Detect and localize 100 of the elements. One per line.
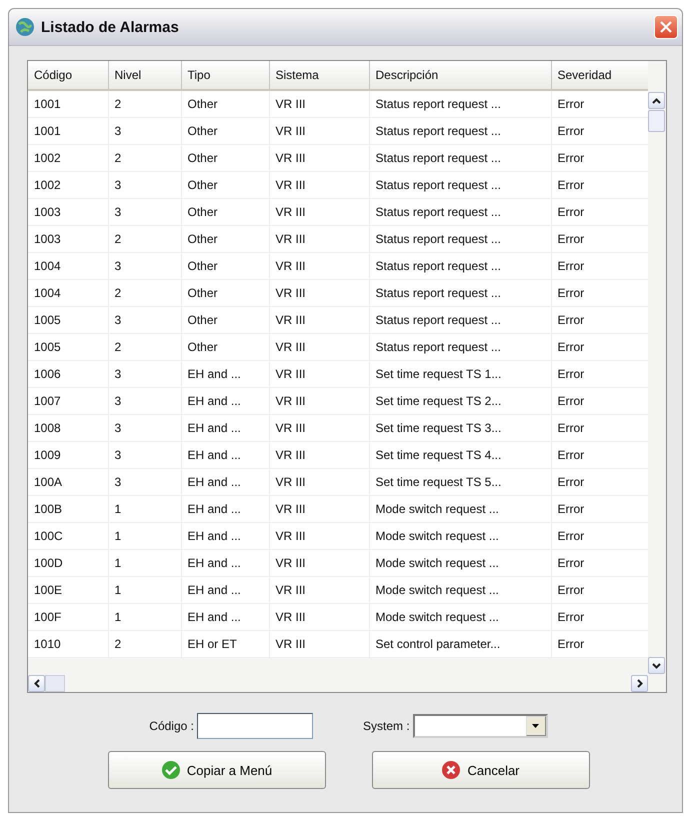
table-cell: VR III bbox=[269, 360, 369, 388]
table-cell: Status report request ... bbox=[369, 118, 551, 144]
column-header[interactable]: Nivel bbox=[108, 61, 181, 90]
close-button[interactable] bbox=[654, 15, 678, 39]
table-cell: 1008 bbox=[28, 414, 108, 442]
table-cell: 1 bbox=[108, 522, 181, 550]
table-cell: Status report request ... bbox=[369, 172, 551, 198]
column-header[interactable]: Descripción bbox=[369, 61, 551, 90]
table-cell: Set time request TS 4... bbox=[369, 442, 551, 468]
close-icon bbox=[659, 20, 673, 34]
table-cell: VR III bbox=[269, 90, 369, 118]
table-cell: VR III bbox=[269, 226, 369, 252]
table-cell: 3 bbox=[108, 118, 181, 144]
table-cell: VR III bbox=[269, 496, 369, 522]
table-cell: VR III bbox=[269, 550, 369, 576]
table-cell: EH and ... bbox=[181, 468, 269, 496]
table-cell: EH and ... bbox=[181, 414, 269, 442]
table-cell: VR III bbox=[269, 198, 369, 226]
copy-button[interactable]: Copiar a Menú bbox=[108, 751, 326, 789]
table-cell: VR III bbox=[269, 144, 369, 172]
column-header[interactable]: Severidad bbox=[551, 61, 648, 90]
table-cell: 3 bbox=[108, 388, 181, 414]
table-cell: Other bbox=[181, 172, 269, 198]
table-cell: VR III bbox=[269, 604, 369, 630]
table-cell: Set time request TS 3... bbox=[369, 414, 551, 442]
code-field[interactable] bbox=[197, 713, 313, 739]
table-cell: Other bbox=[181, 306, 269, 334]
cancel-button[interactable]: Cancelar bbox=[372, 751, 590, 789]
table-cell: 100F bbox=[28, 604, 108, 630]
scroll-right-button[interactable] bbox=[631, 674, 648, 692]
table-cell: Mode switch request ... bbox=[369, 496, 551, 522]
table-cell: VR III bbox=[269, 334, 369, 360]
column-header[interactable]: Tipo bbox=[181, 61, 269, 90]
scroll-thumb[interactable] bbox=[648, 110, 665, 132]
table-cell: Other bbox=[181, 252, 269, 280]
table-cell: VR III bbox=[269, 414, 369, 442]
table-cell: 2 bbox=[108, 144, 181, 172]
table-cell: 100E bbox=[28, 576, 108, 604]
table-cell: 1002 bbox=[28, 172, 108, 198]
table-cell: Status report request ... bbox=[369, 198, 551, 226]
table-cell: 1 bbox=[108, 550, 181, 576]
table-cell: VR III bbox=[269, 522, 369, 550]
horizontal-scrollbar[interactable] bbox=[28, 674, 648, 692]
table-cell: Status report request ... bbox=[369, 306, 551, 334]
field-label: Código : bbox=[149, 719, 194, 733]
check-icon bbox=[160, 760, 181, 780]
table-cell: 1004 bbox=[28, 252, 108, 280]
table-cell: 1003 bbox=[28, 226, 108, 252]
column-header[interactable]: Código bbox=[28, 61, 108, 90]
table-cell: 2 bbox=[108, 226, 181, 252]
table-cell: EH and ... bbox=[181, 604, 269, 630]
table-cell: Status report request ... bbox=[369, 90, 551, 118]
table-cell: Other bbox=[181, 118, 269, 144]
table-cell: Set control parameter... bbox=[369, 630, 551, 658]
table-cell: EH and ... bbox=[181, 496, 269, 522]
table-cell: VR III bbox=[269, 442, 369, 468]
table-cell: Set time request TS 1... bbox=[369, 360, 551, 388]
table-cell: Other bbox=[181, 144, 269, 172]
table-cell: 3 bbox=[108, 306, 181, 334]
table-cell: Status report request ... bbox=[369, 226, 551, 252]
table-cell: Status report request ... bbox=[369, 334, 551, 360]
table-cell: EH and ... bbox=[181, 388, 269, 414]
column-header[interactable]: Sistema bbox=[269, 61, 369, 90]
table-cell: 1009 bbox=[28, 442, 108, 468]
table-cell: Other bbox=[181, 280, 269, 306]
table-cell: VR III bbox=[269, 172, 369, 198]
table-cell: VR III bbox=[269, 630, 369, 658]
table-cell: 1001 bbox=[28, 118, 108, 144]
scroll-down-button[interactable] bbox=[648, 657, 665, 674]
vertical-scrollbar[interactable] bbox=[648, 61, 666, 674]
scroll-thumb[interactable] bbox=[45, 674, 65, 692]
scroll-left-button[interactable] bbox=[28, 674, 45, 692]
close-icon bbox=[441, 760, 462, 780]
table-cell: 1 bbox=[108, 496, 181, 522]
table-cell: 3 bbox=[108, 198, 181, 226]
table-cell: EH or ET bbox=[181, 630, 269, 658]
table-cell: Set time request TS 2... bbox=[369, 388, 551, 414]
table-cell: EH and ... bbox=[181, 360, 269, 388]
table-cell: VR III bbox=[269, 252, 369, 280]
table-cell: Other bbox=[181, 226, 269, 252]
table-cell: Other bbox=[181, 90, 269, 118]
scroll-up-button[interactable] bbox=[648, 92, 665, 109]
table-cell: 1006 bbox=[28, 360, 108, 388]
globe-icon bbox=[15, 17, 35, 37]
table-cell: EH and ... bbox=[181, 442, 269, 468]
table-cell: VR III bbox=[269, 576, 369, 604]
table-cell: 1001 bbox=[28, 90, 108, 118]
table-cell: 2 bbox=[108, 90, 181, 118]
table-cell: Mode switch request ... bbox=[369, 576, 551, 604]
table-cell: 2 bbox=[108, 630, 181, 658]
system-dropdown[interactable] bbox=[412, 714, 548, 738]
table-cell: 3 bbox=[108, 172, 181, 198]
table-cell: 100D bbox=[28, 550, 108, 576]
table-cell: 3 bbox=[108, 442, 181, 468]
field-label: System : bbox=[363, 719, 410, 733]
table-cell: 1005 bbox=[28, 334, 108, 360]
table-cell: VR III bbox=[269, 468, 369, 496]
dropdown-arrow-icon bbox=[532, 724, 540, 728]
table-cell: 1004 bbox=[28, 280, 108, 306]
table-cell: EH and ... bbox=[181, 550, 269, 576]
